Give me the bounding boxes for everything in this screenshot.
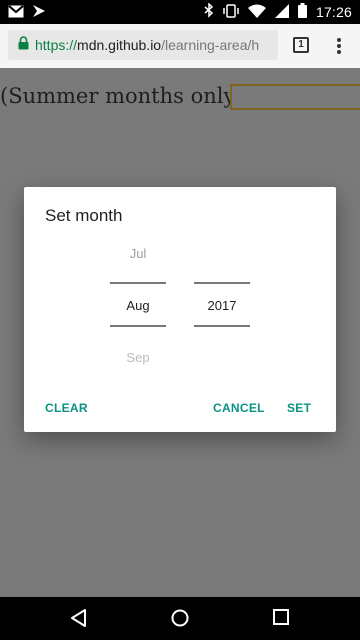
summer-months-label: (Summer months only.) (0, 84, 248, 108)
mail-icon (8, 4, 24, 21)
month-prev-option[interactable]: Jul (110, 246, 166, 261)
url-bar[interactable]: https://mdn.github.io/learning-area/h (8, 30, 278, 60)
month-divider-bottom (110, 325, 166, 327)
url-path: /learning-area/h (161, 37, 260, 53)
lock-icon (18, 35, 29, 55)
notification-icon (32, 4, 46, 21)
home-icon[interactable] (170, 608, 190, 633)
month-selected-value[interactable]: Aug (110, 298, 166, 313)
back-icon[interactable] (69, 608, 89, 633)
month-input[interactable] (230, 84, 360, 110)
url-text: https://mdn.github.io/learning-area/h (35, 37, 259, 53)
set-button[interactable]: SET (287, 401, 311, 415)
signal-icon (274, 3, 289, 21)
cancel-button[interactable]: CANCEL (213, 401, 265, 415)
status-bar: 17:26 (0, 0, 360, 24)
year-selected-value[interactable]: 2017 (194, 298, 250, 313)
year-divider-top (194, 282, 250, 284)
clear-button[interactable]: CLEAR (45, 401, 88, 415)
navigation-bar (0, 597, 360, 640)
bluetooth-icon (204, 2, 214, 21)
month-next-option[interactable]: Sep (110, 350, 166, 365)
recents-icon[interactable] (272, 608, 290, 631)
url-host: mdn.github.io (77, 37, 162, 53)
month-divider-top (110, 282, 166, 284)
status-time: 17:26 (315, 4, 352, 20)
wifi-icon (247, 4, 266, 21)
set-month-dialog: Set month Jul Aug Sep 2017 CLEAR CANCEL … (24, 187, 336, 432)
battery-icon (297, 3, 307, 21)
tab-switcher-button[interactable]: 1 (293, 37, 309, 53)
vibrate-icon (223, 3, 239, 21)
dialog-title: Set month (45, 206, 123, 225)
overflow-menu-icon[interactable] (334, 38, 344, 54)
year-divider-bottom (194, 325, 250, 327)
url-scheme: https:// (35, 37, 78, 53)
